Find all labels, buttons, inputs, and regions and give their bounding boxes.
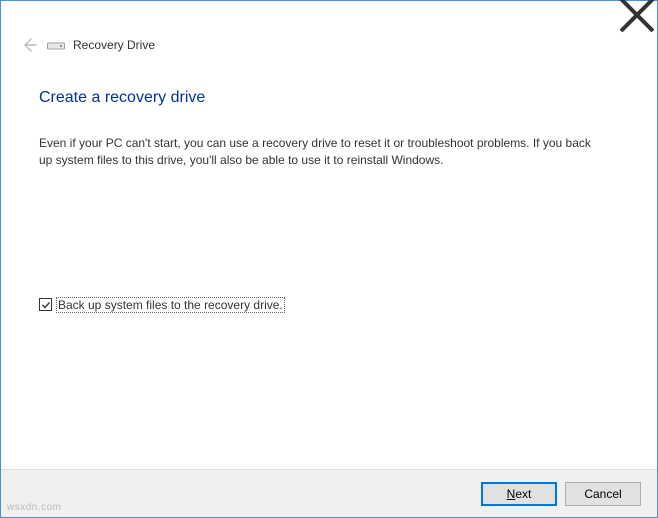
next-button[interactable]: Next — [481, 482, 557, 506]
header-row: Recovery Drive — [1, 31, 657, 65]
drive-icon — [47, 38, 65, 52]
footer: Next Cancel — [1, 469, 657, 517]
page-heading: Create a recovery drive — [39, 89, 619, 107]
checkmark-icon — [41, 300, 51, 310]
close-button[interactable] — [617, 1, 657, 29]
page-body-text: Even if your PC can't start, you can use… — [39, 135, 599, 169]
backup-checkbox-label[interactable]: Back up system files to the recovery dri… — [56, 297, 285, 313]
cancel-button[interactable]: Cancel — [565, 482, 641, 506]
back-button — [19, 35, 39, 55]
watermark: wsxdn.com — [7, 502, 62, 513]
close-icon — [617, 0, 657, 35]
content-area: Create a recovery drive Even if your PC … — [1, 65, 657, 313]
cancel-button-label: Cancel — [584, 487, 621, 501]
window-title: Recovery Drive — [73, 38, 155, 52]
next-button-label: Next — [507, 487, 532, 501]
back-arrow-icon — [21, 37, 37, 53]
backup-checkbox-row[interactable]: Back up system files to the recovery dri… — [39, 297, 619, 313]
backup-checkbox[interactable] — [39, 298, 52, 311]
titlebar — [1, 1, 657, 31]
